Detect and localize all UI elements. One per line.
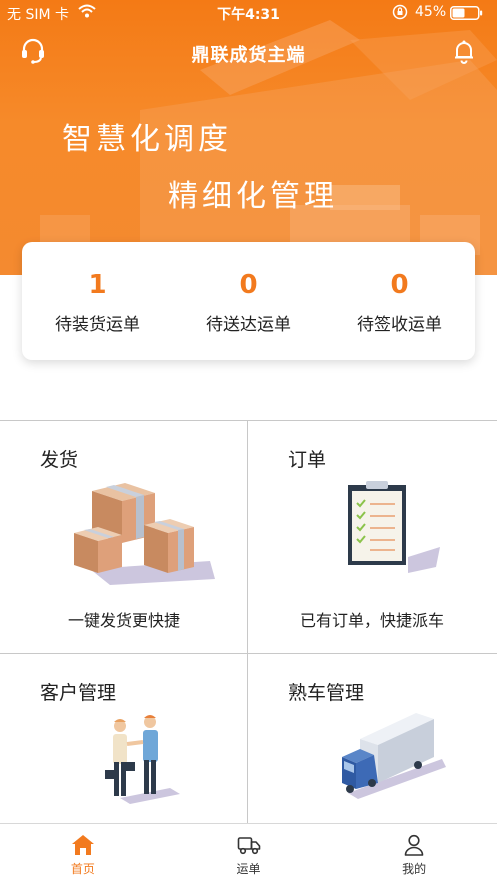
tab-home[interactable]: 首页 [0,824,166,883]
clipboard-icon [348,481,440,573]
home-screen: 无 SIM 卡 下午4:31 45% 鼎联成货主端 智慧化调度 精细化管理 1 … [0,0,497,883]
bell-icon[interactable] [450,37,478,65]
orientation-lock-icon [392,4,408,20]
feature-subtitle: 已有订单，快捷派车 [299,611,444,630]
feature-title: 客户管理 [40,682,117,704]
feature-subtitle: 一键发货更快捷 [67,611,180,630]
status-bar: 无 SIM 卡 下午4:31 45% [0,0,497,26]
truck-icon [237,837,260,855]
handshake-icon [105,715,180,804]
stat-label: 待送达运单 [206,315,291,335]
banner-slogan-1: 智慧化调度 [62,122,232,157]
battery-icon [450,6,483,20]
app-title: 鼎联成货主端 [191,45,306,66]
banner-slogan-2: 精细化管理 [168,179,338,214]
battery-percent: 45% [415,4,447,20]
feature-order[interactable]: 订单 已有订单，快捷派车 [248,421,496,653]
waybill-stats-card: 1 待装货运单 0 待送达运单 0 待签收运单 [22,242,475,360]
tab-label: 我的 [402,862,427,876]
header-banner: 无 SIM 卡 下午4:31 45% 鼎联成货主端 智慧化调度 精细化管理 [0,0,497,275]
truck-icon [342,713,446,799]
home-icon [71,835,94,855]
feature-customers[interactable]: 客户管理 [0,654,248,824]
feature-title: 发货 [40,449,79,471]
stat-pending-delivery[interactable]: 0 待送达运单 [173,242,324,360]
feature-grid: 发货 一键发货更快捷 订单 已有订单，快捷派车 客户管理 熟车管理 [0,420,497,824]
stat-value: 0 [239,270,258,300]
boxes-icon [74,483,215,585]
stat-label: 待签收运单 [357,315,442,335]
stat-pending-loading[interactable]: 1 待装货运单 [22,242,173,360]
stat-value: 0 [390,270,409,300]
feature-title: 订单 [288,449,327,471]
feature-trucks[interactable]: 熟车管理 [248,654,496,824]
feature-ship[interactable]: 发货 一键发货更快捷 [0,421,248,653]
stat-label: 待装货运单 [55,315,140,335]
user-icon [404,834,424,856]
stat-pending-signoff[interactable]: 0 待签收运单 [324,242,475,360]
tab-bar: 首页 运单 我的 [0,823,497,883]
tab-label: 运单 [236,862,261,876]
feature-title: 熟车管理 [288,682,365,704]
tab-waybills[interactable]: 运单 [166,824,332,883]
tab-label: 首页 [70,862,95,876]
tab-profile[interactable]: 我的 [331,824,497,883]
stat-value: 1 [88,270,107,300]
